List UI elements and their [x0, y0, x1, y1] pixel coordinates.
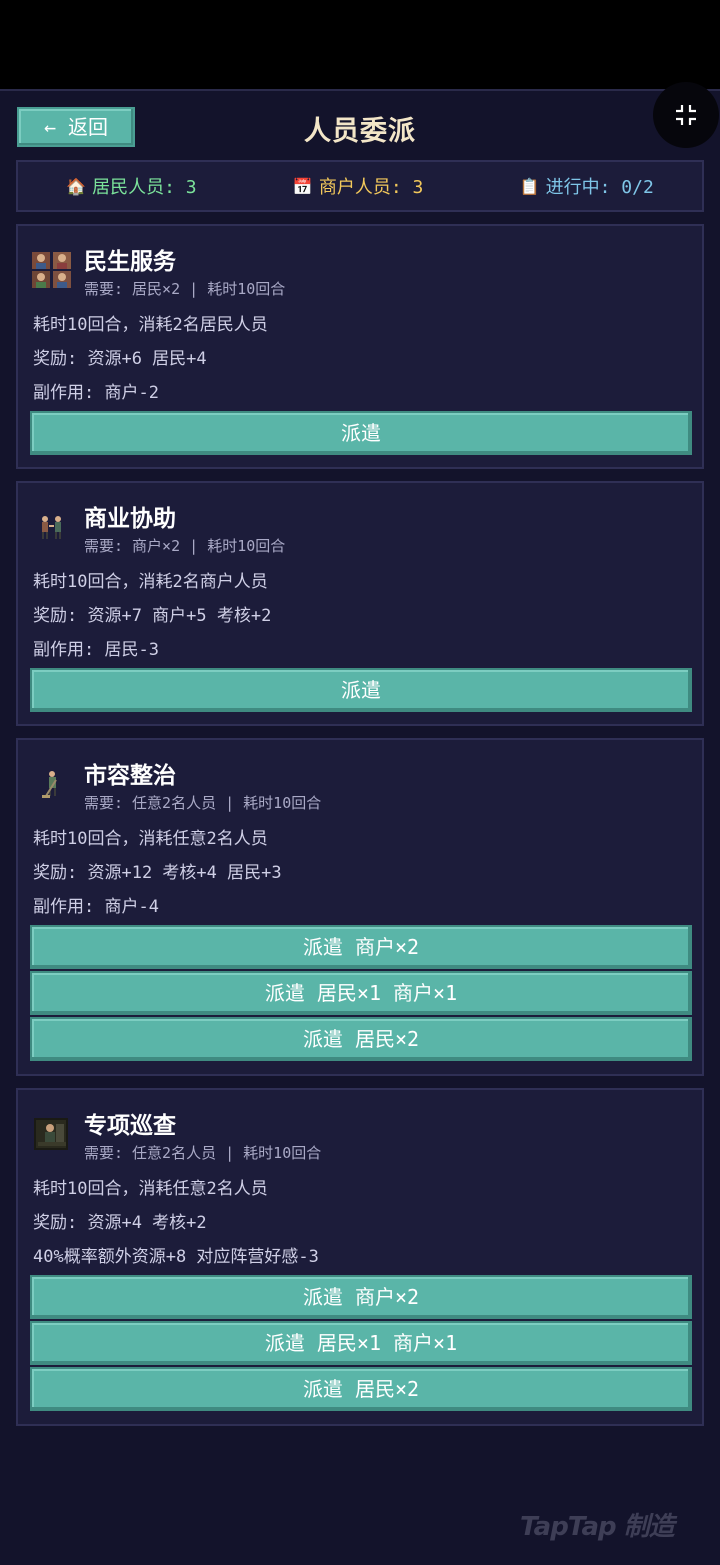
- mission-title: 市容整治: [84, 763, 176, 789]
- mission-side-effect: 副作用: 商户-2: [33, 383, 159, 403]
- dispatch-button[interactable]: 派遣: [30, 411, 692, 455]
- mission-card-livelihood: 民生服务 需要: 居民×2 | 耗时10回合 耗时10回合，消耗2名居民人员 奖…: [16, 224, 704, 469]
- mission-description: 耗时10回合，消耗2名居民人员: [33, 315, 268, 335]
- people-service-icon: [32, 250, 72, 290]
- collapse-icon: [676, 105, 696, 125]
- dispatch-screen: ← 返回 人员委派 🏠 居民人员: 3 📅 商户人员: 3 📋 进行中: 0/2: [0, 89, 720, 1565]
- dispatch-merchants-2-button[interactable]: 派遣 商户×2: [30, 1275, 692, 1319]
- staff-stats-bar: 🏠 居民人员: 3 📅 商户人员: 3 📋 进行中: 0/2: [16, 160, 704, 212]
- mission-reward: 奖励: 资源+7 商户+5 考核+2: [33, 606, 272, 626]
- residents-stat: 🏠 居民人员: 3: [66, 173, 196, 199]
- mission-description: 耗时10回合，消耗任意2名人员: [33, 1179, 268, 1199]
- dispatch-residents-2-button[interactable]: 派遣 居民×2: [30, 1017, 692, 1061]
- mission-title: 民生服务: [84, 249, 176, 275]
- mission-requirement: 需要: 任意2名人员 | 耗时10回合: [84, 1144, 322, 1162]
- mission-requirement: 需要: 任意2名人员 | 耗时10回合: [84, 794, 322, 812]
- dispatch-button[interactable]: 派遣: [30, 668, 692, 712]
- status-bar-area: [0, 0, 720, 89]
- sweeper-icon: [32, 764, 72, 804]
- mission-reward: 奖励: 资源+6 居民+4: [33, 349, 207, 369]
- mission-side-effect: 副作用: 商户-4: [33, 897, 159, 917]
- clipboard-icon: 📋: [519, 176, 540, 196]
- dispatch-mixed-button[interactable]: 派遣 居民×1 商户×1: [30, 971, 692, 1015]
- mission-requirement: 需要: 商户×2 | 耗时10回合: [84, 537, 286, 555]
- mission-card-cityscape: 市容整治 需要: 任意2名人员 | 耗时10回合 耗时10回合，消耗任意2名人员…: [16, 738, 704, 1076]
- mission-requirement: 需要: 居民×2 | 耗时10回合: [84, 280, 286, 298]
- collapse-button[interactable]: [653, 82, 719, 148]
- mission-description: 耗时10回合，消耗2名商户人员: [33, 572, 268, 592]
- residents-count: 居民人员: 3: [92, 177, 197, 198]
- in-progress-count: 进行中: 0/2: [545, 177, 654, 198]
- mission-reward: 奖励: 资源+4 考核+2: [33, 1213, 207, 1233]
- mission-title: 专项巡查: [84, 1113, 176, 1139]
- mission-side-effect: 40%概率额外资源+8 对应阵营好感-3: [33, 1247, 319, 1267]
- mission-card-inspection: 专项巡查 需要: 任意2名人员 | 耗时10回合 耗时10回合，消耗任意2名人员…: [16, 1088, 704, 1426]
- mission-description: 耗时10回合，消耗任意2名人员: [33, 829, 268, 849]
- house-icon: 🏠: [66, 176, 87, 196]
- header: ← 返回 人员委派: [0, 91, 720, 161]
- dispatch-merchants-2-button[interactable]: 派遣 商户×2: [30, 925, 692, 969]
- patrol-icon: [32, 1114, 72, 1154]
- dispatch-residents-2-button[interactable]: 派遣 居民×2: [30, 1367, 692, 1411]
- merchants-stat: 📅 商户人员: 3: [293, 173, 423, 199]
- dispatch-mixed-button[interactable]: 派遣 居民×1 商户×1: [30, 1321, 692, 1365]
- mission-card-commerce: 商业协助 需要: 商户×2 | 耗时10回合 耗时10回合，消耗2名商户人员 奖…: [16, 481, 704, 726]
- calendar-icon: 📅: [292, 176, 313, 196]
- merchants-icon: [32, 507, 72, 547]
- taptap-watermark: TapTap 制造: [520, 1512, 675, 1542]
- mission-reward: 奖励: 资源+12 考核+4 居民+3: [33, 863, 282, 883]
- mission-title: 商业协助: [84, 506, 176, 532]
- page-title: 人员委派: [304, 116, 416, 147]
- in-progress-stat: 📋 进行中: 0/2: [520, 173, 654, 199]
- mission-side-effect: 副作用: 居民-3: [33, 640, 159, 660]
- merchants-count: 商户人员: 3: [318, 177, 424, 198]
